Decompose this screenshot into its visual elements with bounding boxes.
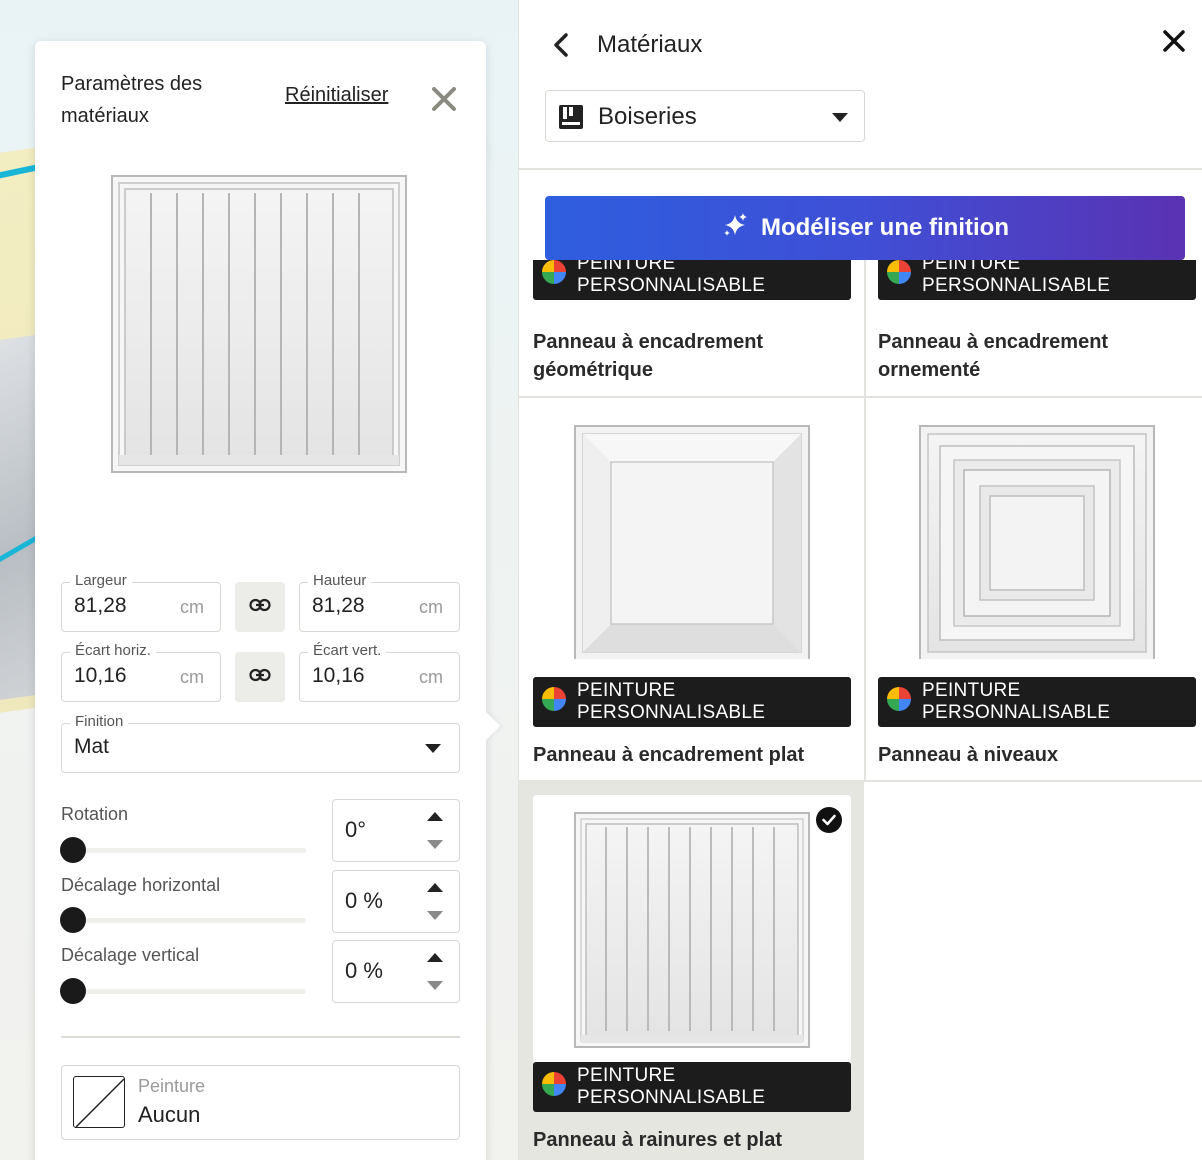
custom-paint-badge-label: PEINTURE PERSONNALISABLE	[922, 260, 1111, 296]
check-icon	[816, 807, 842, 833]
vertical-offset-slider-handle[interactable]	[60, 978, 86, 1004]
width-unit: cm	[180, 597, 204, 617]
finish-select[interactable]: Finition Mat	[61, 713, 460, 773]
vertical-gap-value[interactable]: 10,16	[312, 664, 365, 688]
custom-paint-badge-label: PEINTURE PERSONNALISABLE	[922, 680, 1111, 723]
custom-paint-badge-label: PEINTURE PERSONNALISABLE	[577, 1065, 766, 1108]
chevron-left-icon[interactable]	[549, 31, 573, 59]
horizontal-gap-field[interactable]: Écart horiz. 10,16 cm	[61, 642, 221, 702]
settings-title: Paramètres des matériaux	[61, 73, 203, 127]
material-card[interactable]: PEINTURE PERSONNALISABLE Panneau à nivea…	[864, 397, 1202, 780]
model-finish-button[interactable]: Modéliser une finition	[545, 196, 1185, 260]
material-thumbnail	[878, 419, 1196, 661]
height-field[interactable]: Hauteur 81,28 cm	[299, 572, 460, 632]
horizontal-offset-value[interactable]: 0 %	[345, 888, 383, 914]
material-name: Panneau à encadrement ornementé	[878, 331, 1109, 381]
height-unit: cm	[419, 597, 443, 617]
sparkle-icon	[721, 211, 749, 246]
horizontal-offset-stepper[interactable]: 0 %	[332, 870, 460, 933]
close-icon[interactable]	[430, 85, 458, 113]
material-card[interactable]: PEINTURE PERSONNALISABLE Panneau à encad…	[864, 260, 1202, 396]
finish-value: Mat	[74, 735, 110, 758]
custom-paint-badge: PEINTURE PERSONNALISABLE	[533, 260, 851, 300]
category-select[interactable]: Boiseries	[545, 90, 865, 142]
material-card[interactable]: PEINTURE PERSONNALISABLE Panneau à encad…	[519, 397, 864, 780]
color-wheel-icon	[886, 686, 912, 718]
material-name: Panneau à encadrement géométrique	[533, 331, 764, 381]
chevron-down-icon	[425, 744, 441, 753]
close-icon[interactable]	[1161, 28, 1187, 54]
material-name: Panneau à niveaux	[878, 744, 1059, 766]
decrement-icon[interactable]	[427, 911, 443, 920]
vertical-gap-unit: cm	[419, 667, 443, 687]
vertical-offset-value[interactable]: 0 %	[345, 958, 383, 984]
rotation-value[interactable]: 0°	[345, 817, 366, 843]
material-card[interactable]: PEINTURE PERSONNALISABLE Panneau à rainu…	[519, 781, 864, 1160]
material-settings-panel: Paramètres des matériaux Réinitialiser L…	[35, 41, 501, 1160]
link-dimensions-button[interactable]	[235, 582, 285, 632]
paint-value: Aucun	[138, 1102, 201, 1127]
increment-icon[interactable]	[427, 953, 443, 962]
category-value: Boiseries	[598, 103, 697, 130]
book-icon	[558, 104, 584, 135]
material-thumbnail	[533, 419, 851, 661]
rotation-stepper[interactable]: 0°	[332, 799, 460, 862]
vertical-gap-field[interactable]: Écart vert. 10,16 cm	[299, 642, 460, 702]
materials-panel: Matériaux Boiseries Modéliser une finiti…	[518, 0, 1202, 1160]
horizontal-gap-unit: cm	[180, 667, 204, 687]
increment-icon[interactable]	[427, 883, 443, 892]
divider	[519, 168, 1202, 170]
reset-button[interactable]: Réinitialiser	[285, 84, 388, 107]
custom-paint-badge: PEINTURE PERSONNALISABLE	[878, 260, 1196, 300]
width-label: Largeur	[70, 572, 132, 589]
no-paint-swatch-icon	[73, 1076, 125, 1128]
horizontal-gap-value[interactable]: 10,16	[74, 664, 127, 688]
vertical-offset-slider-track[interactable]	[73, 989, 306, 994]
divider	[61, 1036, 460, 1038]
width-value[interactable]: 81,28	[74, 594, 127, 618]
vertical-offset-label: Décalage vertical	[61, 945, 200, 965]
custom-paint-badge: PEINTURE PERSONNALISABLE	[533, 1062, 851, 1112]
rotation-slider-handle[interactable]	[60, 837, 86, 863]
decrement-icon[interactable]	[427, 840, 443, 849]
custom-paint-badge-label: PEINTURE PERSONNALISABLE	[577, 260, 766, 296]
link-gaps-button[interactable]	[235, 652, 285, 702]
link-icon	[249, 668, 271, 687]
custom-paint-badge-label: PEINTURE PERSONNALISABLE	[577, 680, 766, 723]
decrement-icon[interactable]	[427, 981, 443, 990]
material-name: Panneau à encadrement plat	[533, 744, 805, 766]
material-name: Panneau à rainures et plat	[533, 1129, 782, 1151]
color-wheel-icon	[541, 1071, 567, 1103]
link-icon	[249, 598, 271, 617]
color-wheel-icon	[886, 260, 912, 291]
paint-selector[interactable]: Peinture Aucun	[61, 1065, 460, 1140]
viewport-furniture	[0, 334, 40, 706]
chevron-down-icon	[832, 113, 848, 122]
model-finish-label: Modéliser une finition	[760, 214, 1009, 241]
rotation-slider-track[interactable]	[73, 848, 306, 853]
horizontal-offset-slider-handle[interactable]	[60, 907, 86, 933]
material-thumbnail	[533, 809, 851, 1049]
rotation-label: Rotation	[61, 804, 129, 824]
material-card[interactable]: PEINTURE PERSONNALISABLE Panneau à encad…	[519, 260, 864, 396]
height-label: Hauteur	[308, 572, 372, 589]
color-wheel-icon	[541, 260, 567, 291]
horizontal-offset-label: Décalage horizontal	[61, 875, 221, 895]
custom-paint-badge: PEINTURE PERSONNALISABLE	[533, 677, 851, 727]
horizontal-gap-label: Écart horiz.	[70, 642, 156, 659]
finish-label: Finition	[70, 713, 129, 730]
custom-paint-badge: PEINTURE PERSONNALISABLE	[878, 677, 1196, 727]
material-preview-image	[111, 175, 407, 473]
increment-icon[interactable]	[427, 812, 443, 821]
horizontal-offset-slider-track[interactable]	[73, 918, 306, 923]
height-value[interactable]: 81,28	[312, 594, 365, 618]
vertical-offset-stepper[interactable]: 0 %	[332, 940, 460, 1003]
materials-title: Matériaux	[597, 31, 703, 58]
vertical-gap-label: Écart vert.	[308, 642, 387, 659]
width-field[interactable]: Largeur 81,28 cm	[61, 572, 221, 632]
paint-label: Peinture	[138, 1076, 206, 1096]
materials-grid: PEINTURE PERSONNALISABLE Panneau à encad…	[519, 260, 1202, 1160]
color-wheel-icon	[541, 686, 567, 718]
